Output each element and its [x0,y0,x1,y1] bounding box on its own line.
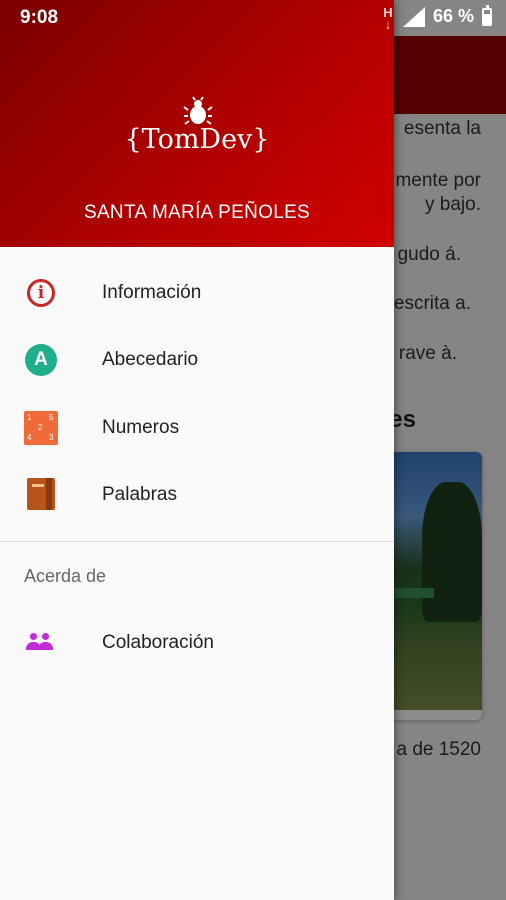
drawer-title: SANTA MARÍA PEÑOLES [83,202,311,223]
logo-text: {TomDev} [124,124,270,155]
menu-item-abecedario[interactable]: A Abecedario [0,328,394,392]
menu-item-label: Numeros [102,417,180,438]
menu-item-colaboracion[interactable]: Colaboración [0,611,394,675]
menu-item-palabras[interactable]: Palabras [0,463,394,527]
section-label-about: Acerda de [24,566,107,586]
status-bar: 9:08 H ↓ 66 % [0,0,506,36]
menu-item-numeros[interactable]: 15 2 43 Numeros [0,396,394,460]
menu-item-informacion[interactable]: i Información [0,261,394,325]
drawer-header: {TomDev} SANTA MARÍA PEÑOLES [0,0,394,247]
menu-item-label: Palabras [102,484,177,505]
bug-logo-icon [183,96,213,125]
status-icons: H ↓ 66 % [381,4,492,32]
battery-percent: 66 % [432,6,474,26]
info-icon: i [24,276,58,310]
battery-icon [482,4,492,26]
numbers-icon: 15 2 43 [24,411,58,445]
menu-item-label: Abecedario [102,349,199,370]
navigation-drawer: {TomDev} SANTA MARÍA PEÑOLES i Informaci… [0,0,394,900]
menu-item-label: Colaboración [102,632,214,653]
status-time: 9:08 [20,7,59,28]
alphabet-icon: A [24,343,58,377]
people-icon [24,626,58,660]
menu-divider [0,541,394,542]
h-notification-icon: H ↓ [383,4,393,32]
book-icon [24,478,58,512]
signal-icon [402,6,425,27]
menu-item-label: Información [102,282,202,303]
